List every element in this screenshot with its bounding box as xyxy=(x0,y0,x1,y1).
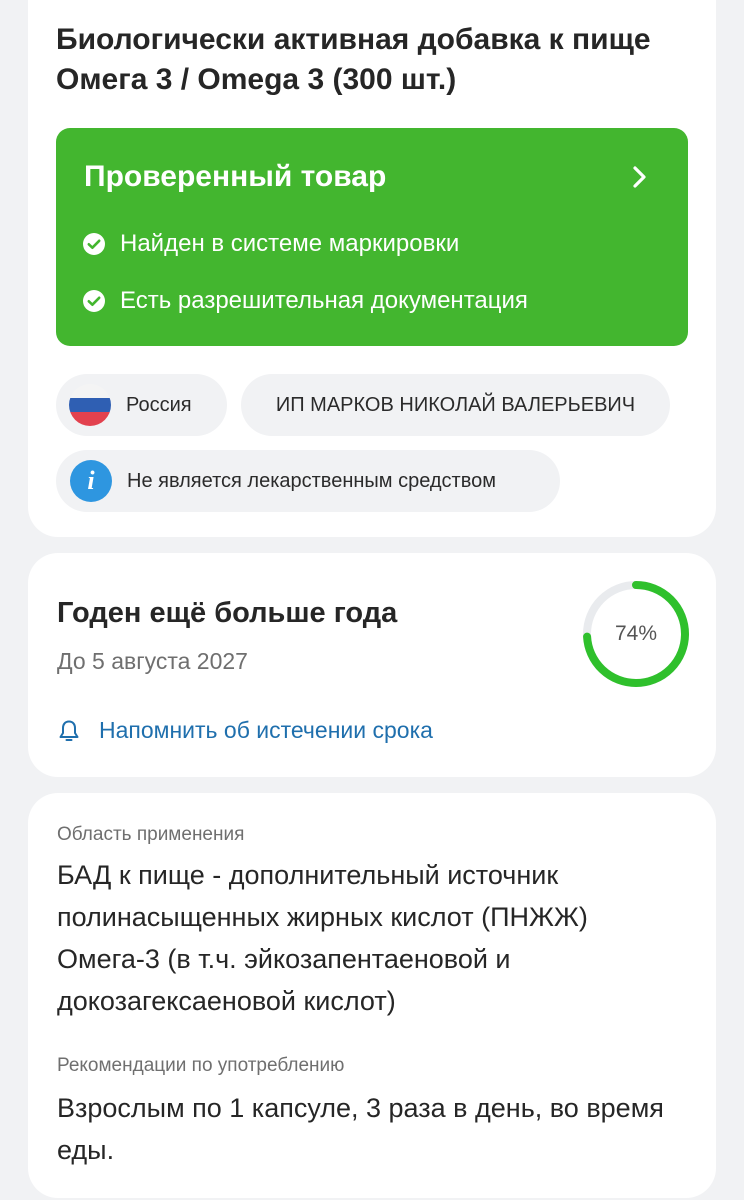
remind-expiry-button[interactable]: Напомнить об истечении срока xyxy=(57,717,433,744)
shelf-life-percent: 74% xyxy=(614,622,658,645)
check-item-label: Есть разрешительная документация xyxy=(120,287,528,314)
product-title: Биологически активная добавка к пище Оме… xyxy=(56,23,651,96)
usage-text: БАД к пище - дополнительный источник пол… xyxy=(57,860,588,1016)
check-item-documentation: Есть разрешительная документация xyxy=(82,287,528,315)
details-card: Область применения БАД к пище - дополнит… xyxy=(28,793,716,1198)
expiry-date: До 5 августа 2027 xyxy=(57,648,248,674)
manufacturer-chip[interactable]: ИП МАРКОВ НИКОЛАЙ ВАЛЕРЬЕВИЧ xyxy=(241,374,670,436)
chevron-right-icon xyxy=(633,166,646,188)
not-medicine-chip[interactable]: i Не является лекарственным средством xyxy=(56,450,560,512)
verified-product-banner[interactable]: Проверенный товар Найден в системе марки… xyxy=(56,128,688,346)
bell-icon xyxy=(59,720,79,741)
check-circle-icon xyxy=(83,233,105,255)
russia-flag-icon xyxy=(69,384,111,426)
check-circle-icon xyxy=(83,290,105,312)
check-item-marking: Найден в системе маркировки xyxy=(82,230,459,258)
usage-label: Область применения xyxy=(57,824,245,845)
product-card: Биологически активная добавка к пище Оме… xyxy=(28,0,716,537)
country-label: Россия xyxy=(126,393,192,416)
manufacturer-label: ИП МАРКОВ НИКОЛАЙ ВАЛЕРЬЕВИЧ xyxy=(275,393,636,416)
expiry-card: Годен ещё больше года До 5 августа 2027 … xyxy=(28,553,716,777)
recommendations-label: Рекомендации по употреблению xyxy=(57,1055,345,1076)
info-icon: i xyxy=(70,460,112,502)
verified-title: Проверенный товар xyxy=(84,160,387,193)
expiry-title: Годен ещё больше года xyxy=(57,597,398,629)
remind-label: Напомнить об истечении срока xyxy=(99,717,433,743)
check-item-label: Найден в системе маркировки xyxy=(120,230,460,257)
not-medicine-label: Не является лекарственным средством xyxy=(127,469,496,492)
country-chip[interactable]: Россия xyxy=(56,374,227,436)
recommendations-text: Взрослым по 1 капсуле, 3 раза в день, во… xyxy=(57,1093,664,1165)
